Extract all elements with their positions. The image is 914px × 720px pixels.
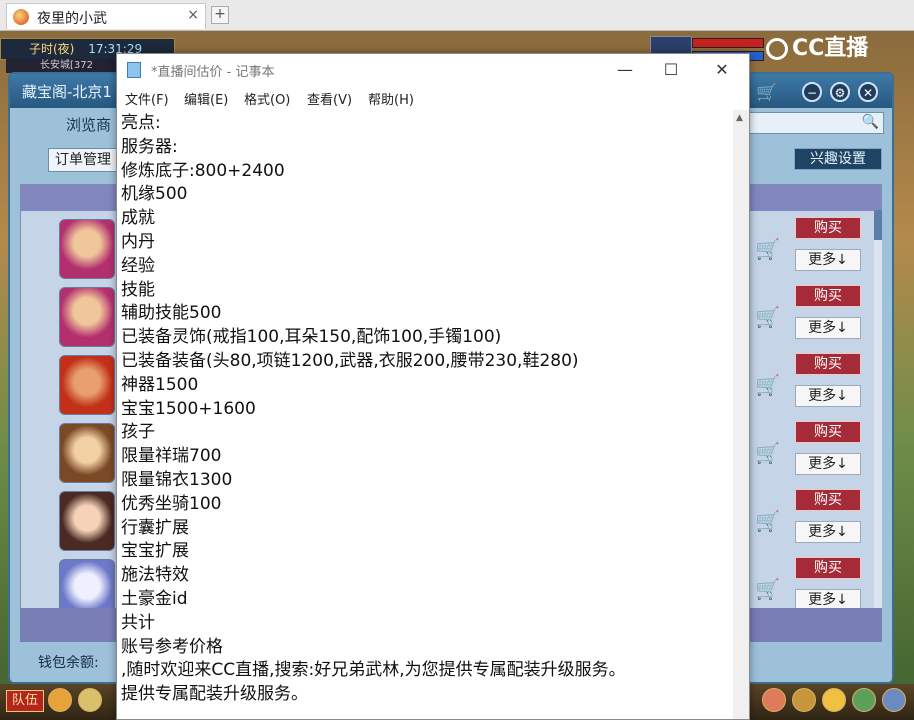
menu-file[interactable]: 文件(F) [125, 89, 169, 108]
text-line: 辅助技能500 [121, 303, 222, 324]
text-line: 神器1500 [121, 374, 199, 395]
more-button[interactable]: 更多↓ [795, 521, 861, 543]
scroll-up-icon[interactable]: ▲ [736, 113, 743, 123]
menu-edit[interactable]: 编辑(E) [184, 89, 228, 108]
minimize-icon[interactable]: − [802, 82, 822, 102]
buy-button[interactable]: 购买 [795, 353, 861, 375]
browser-tab-bar: 夜里的小武 × + [0, 0, 914, 31]
text-line: 亮点: [121, 113, 161, 133]
buy-button[interactable]: 购买 [795, 489, 861, 511]
avatar [59, 423, 115, 483]
text-line: 成就 [121, 208, 155, 229]
text-line: 宝宝扩展 [121, 541, 189, 562]
close-button[interactable]: ✕ [699, 57, 745, 83]
tab-title: 夜里的小武 [37, 11, 107, 27]
search-input[interactable]: 🔍 [746, 112, 884, 134]
wallet-balance-label: 钱包余额: [38, 655, 99, 671]
text-line: 修炼底子:800+2400 [121, 160, 285, 181]
text-line: 已装备装备(头80,项链1200,武器,衣服200,腰带230,鞋280) [121, 350, 579, 371]
menu-help[interactable]: 帮助(H) [368, 89, 414, 108]
browse-tab[interactable]: 浏览商 [66, 114, 111, 135]
cart-icon[interactable]: 🛒 [755, 509, 780, 533]
team-button[interactable]: 队伍 [6, 690, 44, 712]
text-line: 已装备灵饰(戒指100,耳朵150,配饰100,手镯100) [121, 327, 502, 348]
text-line: 内丹 [121, 231, 155, 252]
text-line: 优秀坐骑100 [121, 493, 222, 514]
voice-icon[interactable] [48, 688, 72, 712]
text-line: 土豪金id [121, 588, 188, 609]
cart-icon[interactable]: 🛒 [756, 83, 777, 103]
more-button[interactable]: 更多↓ [795, 317, 861, 339]
cart-icon[interactable]: 🛒 [755, 373, 780, 397]
text-line: 限量祥瑞700 [121, 446, 222, 467]
text-line: 机缘500 [121, 184, 188, 205]
avatar [59, 287, 115, 347]
smile-icon[interactable] [822, 688, 846, 712]
cart-icon[interactable]: 🛒 [755, 441, 780, 465]
cc-logo-text: CC直播 [792, 36, 869, 61]
panel-title: 藏宝阁-北京1 [22, 83, 112, 101]
list-scrollbar[interactable] [874, 210, 882, 610]
text-line: 宝宝1500+1600 [121, 398, 256, 419]
notepad-menubar: 文件(F) 编辑(E) 格式(O) 查看(V) 帮助(H) [117, 86, 749, 108]
menu-view[interactable]: 查看(V) [307, 89, 352, 108]
cart-icon[interactable]: 🛒 [755, 237, 780, 261]
text-line: 技能 [121, 279, 155, 300]
clock-period: 子时(夜) [29, 42, 75, 56]
text-line: 共计 [121, 612, 155, 633]
tab-close-icon[interactable]: × [187, 7, 199, 23]
text-line: 限量锦衣1300 [121, 469, 233, 490]
scrollbar-thumb[interactable] [874, 210, 882, 240]
close-icon[interactable]: ✕ [858, 82, 878, 102]
system-icon[interactable] [882, 688, 906, 712]
notepad-icon [127, 62, 141, 78]
avatar [59, 355, 115, 415]
notepad-titlebar[interactable]: *直播间估价 - 记事本 — ☐ ✕ [117, 54, 749, 86]
text-line: 提供专属配装升级服务。 [121, 684, 308, 705]
new-tab-button[interactable]: + [211, 6, 229, 24]
buy-button[interactable]: 购买 [795, 285, 861, 307]
notepad-text-area[interactable]: 亮点: 服务器: 修炼底子:800+2400 机缘500 成就 内丹 经验 技能… [121, 112, 729, 719]
browser-tab[interactable]: 夜里的小武 × [6, 3, 206, 29]
interest-settings-button[interactable]: 兴趣设置 [794, 148, 882, 170]
skill-icon[interactable] [852, 688, 876, 712]
buy-button[interactable]: 购买 [795, 421, 861, 443]
cart-icon[interactable]: 🛒 [755, 305, 780, 329]
peach-icon[interactable] [762, 688, 786, 712]
notepad-window: *直播间估价 - 记事本 — ☐ ✕ 文件(F) 编辑(E) 格式(O) 查看(… [116, 53, 750, 720]
more-button[interactable]: 更多↓ [795, 453, 861, 475]
settings-icon[interactable]: ⚙ [830, 82, 850, 102]
text-line: 施法特效 [121, 565, 189, 586]
avatar [59, 491, 115, 551]
notepad-scrollbar[interactable]: ▲ [733, 110, 749, 719]
text-line: 行囊扩展 [121, 517, 189, 538]
menu-format[interactable]: 格式(O) [244, 89, 290, 108]
cart-icon[interactable]: 🛒 [755, 577, 780, 601]
text-line: 孩子 [121, 422, 155, 443]
text-line: 账号参考价格 [121, 636, 223, 657]
game-favicon-icon [13, 9, 29, 25]
minimize-button[interactable]: — [602, 57, 648, 83]
cc-logo-icon [766, 38, 788, 60]
more-button[interactable]: 更多↓ [795, 249, 861, 271]
hp-bar [692, 38, 764, 48]
buy-button[interactable]: 购买 [795, 557, 861, 579]
bag-icon[interactable] [792, 688, 816, 712]
avatar [59, 219, 115, 279]
chat-icon[interactable] [78, 688, 102, 712]
cc-live-logo: CC直播 [766, 33, 890, 65]
search-icon[interactable]: 🔍 [862, 114, 879, 130]
notepad-title: *直播间估价 - 记事本 [151, 65, 275, 80]
maximize-button[interactable]: ☐ [648, 57, 694, 83]
text-line: 经验 [121, 255, 155, 276]
buy-button[interactable]: 购买 [795, 217, 861, 239]
text-line: 服务器: [121, 136, 178, 157]
text-line: ,随时欢迎来CC直播,搜索:好兄弟武林,为您提供专属配装升级服务。 [121, 660, 626, 681]
more-button[interactable]: 更多↓ [795, 385, 861, 407]
